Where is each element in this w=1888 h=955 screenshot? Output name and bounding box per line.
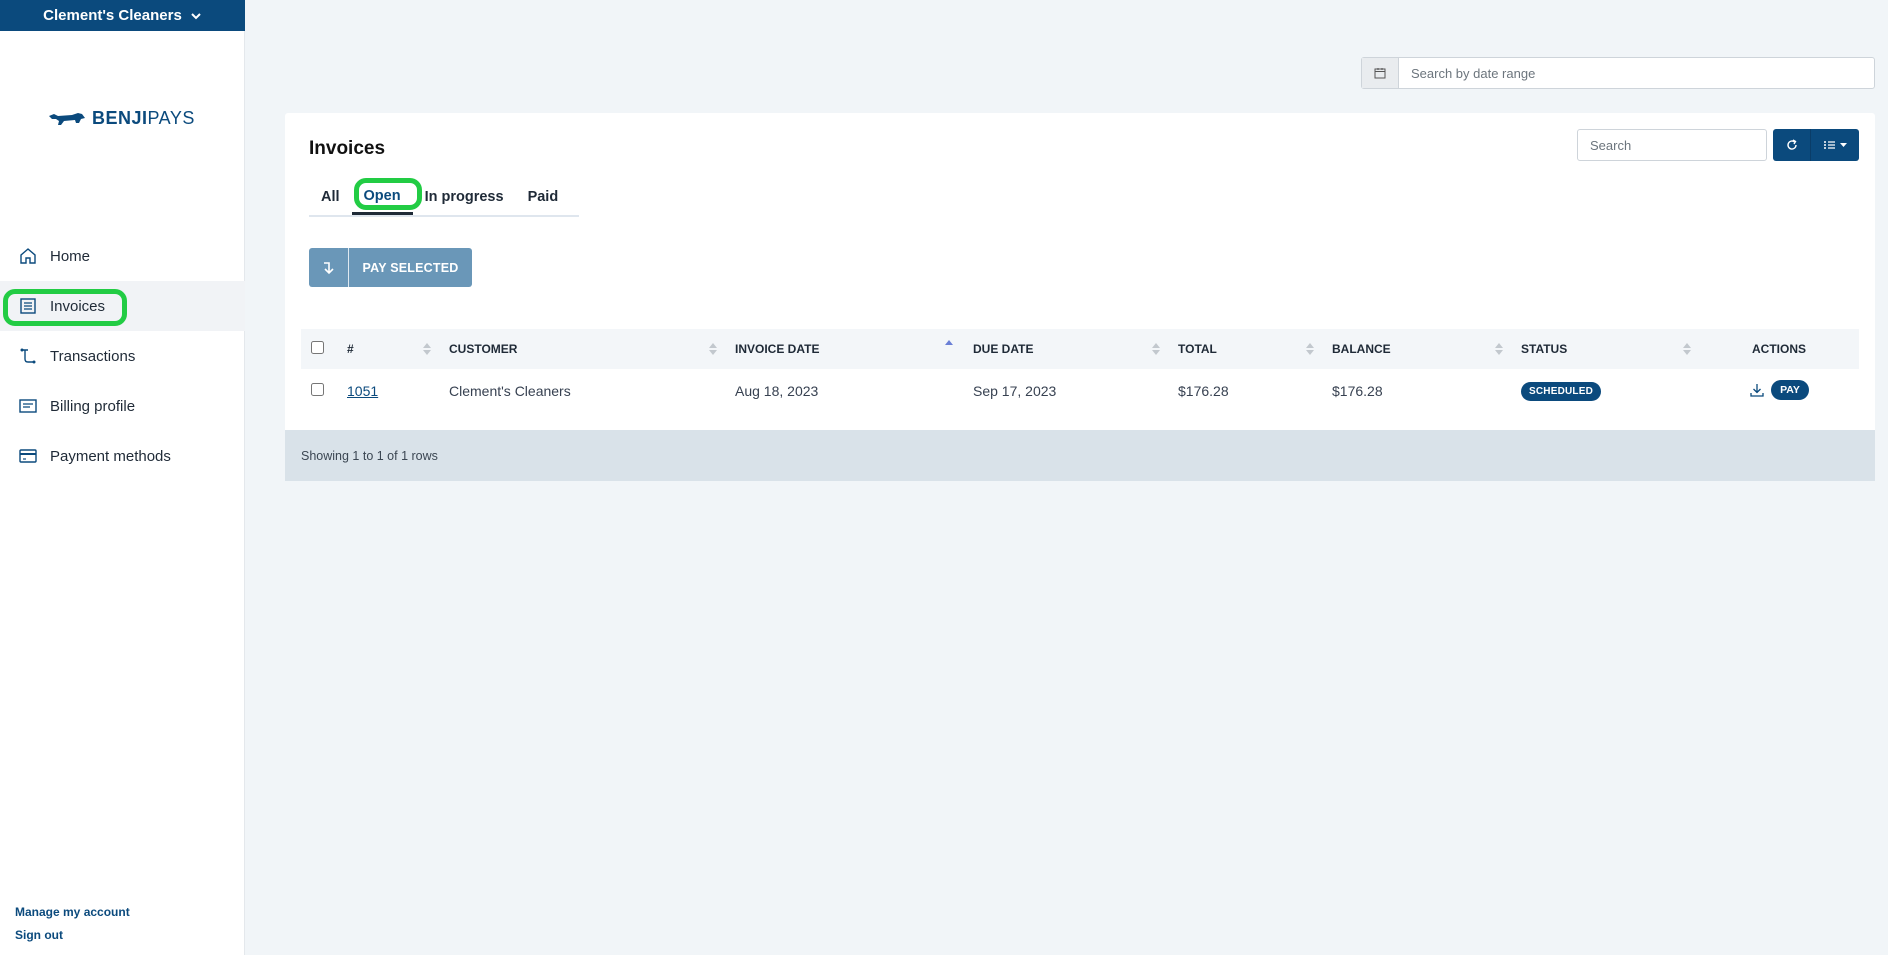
org-switcher[interactable]: Clement's Cleaners (0, 0, 245, 31)
invoices-card: Invoices All Open In progress Paid PAY S… (285, 113, 1875, 481)
logo-text-light: PAYS (147, 108, 195, 128)
select-all-checkbox[interactable] (311, 341, 324, 354)
sort-icon (1683, 343, 1691, 355)
invoice-number-link[interactable]: 1051 (347, 383, 378, 399)
chevron-down-icon (191, 12, 201, 19)
sidebar-footer-links: Manage my account Sign out (15, 905, 130, 951)
download-icon[interactable] (1749, 382, 1765, 398)
logo-text-bold: BENJI (92, 108, 148, 128)
column-header-actions: ACTIONS (1752, 342, 1806, 356)
pay-button[interactable]: PAY (1771, 380, 1809, 400)
sort-icon (1495, 343, 1503, 355)
tab-paid[interactable]: Paid (516, 179, 571, 215)
page-title: Invoices (309, 138, 386, 159)
due-date-cell: Sep 17, 2023 (973, 382, 1057, 399)
sidebar: Clement's Cleaners BENJIPAYS Home Invoic… (0, 0, 245, 955)
org-name: Clement's Cleaners (43, 7, 182, 24)
column-header-total[interactable]: TOTAL (1168, 329, 1322, 369)
credit-card-icon (18, 446, 38, 466)
sign-out-link[interactable]: Sign out (15, 928, 130, 942)
caret-down-icon (1840, 142, 1847, 147)
balance-cell: $176.28 (1332, 382, 1383, 399)
sidebar-item-label: Payment methods (50, 447, 171, 465)
sort-icon (1152, 343, 1160, 355)
refresh-icon (1786, 139, 1797, 150)
column-header-number[interactable]: # (337, 329, 439, 369)
date-range-input[interactable] (1399, 58, 1874, 88)
tab-open[interactable]: Open (351, 179, 413, 215)
sort-icon (1306, 343, 1314, 355)
date-range-filter (1361, 57, 1875, 89)
sidebar-item-billing-profile[interactable]: Billing profile (0, 381, 245, 431)
sidebar-item-invoices[interactable]: Invoices (0, 281, 245, 331)
search-input[interactable] (1577, 129, 1767, 161)
calendar-icon[interactable] (1362, 58, 1399, 88)
invoices-table: # CUSTOMER INVOICE DATE DUE DATE TOTAL B… (301, 329, 1859, 412)
sort-icon (423, 343, 431, 355)
column-header-invoice-date[interactable]: INVOICE DATE (725, 329, 963, 369)
pagination-info: Showing 1 to 1 of 1 rows (285, 430, 1875, 481)
list-icon (1824, 141, 1835, 149)
column-header-due-date[interactable]: DUE DATE (963, 329, 1168, 369)
table-header-row: # CUSTOMER INVOICE DATE DUE DATE TOTAL B… (301, 329, 1859, 369)
benjipays-logo: BENJIPAYS (48, 108, 195, 129)
pay-selected-label: PAY SELECTED (362, 260, 459, 275)
sort-icon (709, 343, 717, 355)
sidebar-nav: Home Invoices Transactions Billing profi… (0, 231, 245, 481)
actions-cell: PAY (1699, 369, 1859, 412)
column-header-balance[interactable]: BALANCE (1322, 329, 1511, 369)
manage-account-link[interactable]: Manage my account (15, 905, 130, 919)
dog-logo-icon (49, 112, 85, 125)
transactions-icon (18, 346, 38, 366)
refresh-button[interactable] (1773, 129, 1811, 161)
invoice-icon (18, 296, 38, 316)
sidebar-item-label: Billing profile (50, 397, 136, 415)
invoice-date-cell: Aug 18, 2023 (735, 382, 819, 399)
sidebar-item-transactions[interactable]: Transactions (0, 331, 245, 381)
billing-profile-icon (18, 396, 38, 416)
sidebar-item-label: Invoices (50, 297, 106, 315)
table-toolbar (1773, 129, 1859, 161)
sidebar-item-home[interactable]: Home (0, 231, 245, 281)
sort-ascending-icon (945, 340, 953, 345)
tab-in-progress[interactable]: In progress (413, 179, 516, 215)
row-checkbox[interactable] (311, 382, 324, 396)
pay-selected-button[interactable]: PAY SELECTED (309, 248, 472, 287)
total-cell: $176.28 (1178, 382, 1229, 399)
pay-arrow-icon (309, 248, 349, 287)
invoice-number-cell: 1051 (337, 369, 439, 412)
invoice-status-tabs: All Open In progress Paid (309, 179, 579, 217)
select-all-cell (301, 329, 337, 369)
row-select-cell (301, 369, 337, 412)
column-header-customer[interactable]: CUSTOMER (439, 329, 725, 369)
status-badge: SCHEDULED (1521, 381, 1602, 401)
columns-toggle-button[interactable] (1811, 129, 1859, 161)
sidebar-item-payment-methods[interactable]: Payment methods (0, 431, 245, 481)
sidebar-item-label: Transactions (50, 347, 136, 365)
table-row: 1051 Clement's Cleaners Aug 18, 2023 Sep… (301, 369, 1859, 412)
customer-cell: Clement's Cleaners (449, 382, 571, 399)
column-header-status[interactable]: STATUS (1511, 329, 1699, 369)
tab-all[interactable]: All (309, 179, 352, 215)
status-cell: SCHEDULED (1511, 369, 1699, 412)
sidebar-item-label: Home (50, 247, 91, 265)
home-icon (18, 246, 38, 266)
